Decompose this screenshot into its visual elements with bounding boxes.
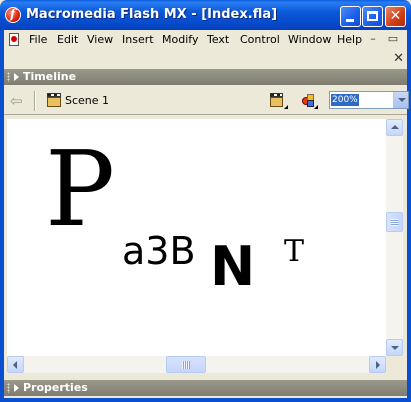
scene-icon <box>47 93 61 107</box>
chevron-down-icon[interactable] <box>393 92 408 108</box>
properties-label: Properties <box>23 381 88 394</box>
zoom-select[interactable]: 200% <box>329 91 409 109</box>
minimize-button[interactable] <box>340 6 361 27</box>
menu-control[interactable]: Control <box>240 33 280 46</box>
toolbar-separator <box>34 91 36 111</box>
scroll-up-button[interactable] <box>386 119 403 136</box>
document-icon[interactable] <box>9 33 19 46</box>
flash-app-icon[interactable] <box>5 7 21 23</box>
scroll-down-button[interactable] <box>386 339 403 356</box>
stage-letter-p[interactable]: P <box>45 137 115 241</box>
edit-scene-icon[interactable] <box>270 93 288 109</box>
window-frame-left <box>0 30 4 402</box>
window-frame-right <box>407 30 411 402</box>
menu-text[interactable]: Text <box>207 33 229 46</box>
stage-letter-n[interactable]: N <box>210 240 255 294</box>
maximize-button[interactable] <box>362 6 383 27</box>
arrow-left-icon <box>13 361 17 369</box>
timeline-panel-header[interactable]: Timeline <box>4 69 407 85</box>
menu-help[interactable]: Help <box>337 33 362 46</box>
stage-letters-a3b[interactable]: a3B <box>122 232 196 270</box>
scene-name[interactable]: Scene 1 <box>65 94 109 107</box>
stage-letter-t[interactable]: T <box>284 237 304 267</box>
close-icon: ✕ <box>389 8 402 24</box>
horizontal-scroll-thumb[interactable] <box>166 356 206 373</box>
mdi-restore-button[interactable]: ▭ <box>386 33 400 47</box>
menu-file[interactable]: File <box>29 33 47 46</box>
scroll-right-button[interactable] <box>369 356 386 373</box>
edit-bar: ⇦ Scene 1 200% <box>4 88 409 115</box>
expand-arrow-icon[interactable] <box>14 384 19 392</box>
arrow-up-icon <box>391 125 399 129</box>
horizontal-scrollbar[interactable] <box>7 356 386 373</box>
timeline-label: Timeline <box>23 70 77 83</box>
zoom-value[interactable]: 200% <box>331 94 359 106</box>
maximize-icon <box>367 11 378 21</box>
title-bar: Macromedia Flash MX - [Index.fla] ✕ <box>0 0 411 30</box>
close-button[interactable]: ✕ <box>385 6 406 27</box>
document-close-icon[interactable]: ✕ <box>393 51 404 66</box>
document-close-row: ✕ <box>4 50 407 68</box>
menu-bar: File Edit View Insert Modify Text Contro… <box>4 30 407 50</box>
minimize-icon <box>346 19 354 22</box>
menu-view[interactable]: View <box>87 33 113 46</box>
vertical-scrollbar[interactable] <box>386 119 403 356</box>
menu-edit[interactable]: Edit <box>57 33 78 46</box>
edit-symbol-icon[interactable] <box>300 93 318 109</box>
arrow-right-icon <box>376 361 380 369</box>
arrow-down-icon <box>391 346 399 350</box>
window-frame-bottom <box>0 398 411 402</box>
stage-canvas[interactable]: P a3B N T <box>7 119 386 356</box>
mdi-minimize-button[interactable]: – <box>366 33 380 47</box>
back-arrow-icon[interactable]: ⇦ <box>10 93 26 109</box>
scroll-left-button[interactable] <box>7 356 24 373</box>
menu-modify[interactable]: Modify <box>162 33 198 46</box>
menu-window[interactable]: Window <box>288 33 331 46</box>
panel-grip-icon[interactable] <box>7 383 10 393</box>
menu-insert[interactable]: Insert <box>122 33 154 46</box>
scrollbar-corner <box>386 356 403 373</box>
panel-grip-icon[interactable] <box>7 72 10 82</box>
properties-panel-header[interactable]: Properties <box>4 380 407 396</box>
vertical-scroll-thumb[interactable] <box>386 212 403 232</box>
expand-arrow-icon[interactable] <box>14 73 19 81</box>
window-title: Macromedia Flash MX - [Index.fla] <box>26 7 278 22</box>
